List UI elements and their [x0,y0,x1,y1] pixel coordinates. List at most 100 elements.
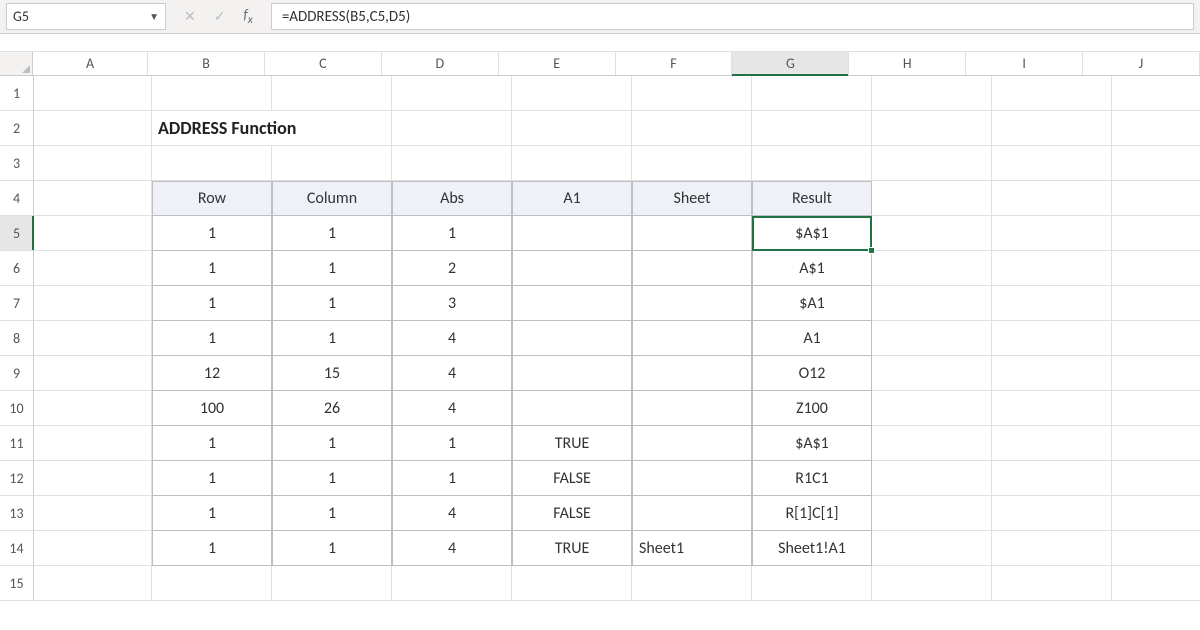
cell-I6[interactable] [992,251,1112,286]
cell-J1[interactable] [1112,76,1200,111]
cell-E3[interactable] [512,146,632,181]
cell-G11[interactable]: $A$1 [752,426,872,461]
select-all-corner[interactable] [0,52,33,75]
cell-C15[interactable] [272,566,392,601]
row-header-14[interactable]: 14 [0,531,34,566]
cell-F8[interactable] [632,321,752,356]
cell-D15[interactable] [392,566,512,601]
cell-A14[interactable] [34,531,152,566]
cell-I3[interactable] [992,146,1112,181]
cell-J12[interactable] [1112,461,1200,496]
th-sheet[interactable]: Sheet [632,181,752,216]
cell-H9[interactable] [872,356,992,391]
cell-F6[interactable] [632,251,752,286]
row-header-7[interactable]: 7 [0,286,34,321]
cell-D9[interactable]: 4 [392,356,512,391]
cell-G2[interactable] [752,111,872,146]
cell-B10[interactable]: 100 [152,391,272,426]
cell-B8[interactable]: 1 [152,321,272,356]
cell-E5[interactable] [512,216,632,251]
col-header-I[interactable]: I [966,52,1083,75]
cell-B14[interactable]: 1 [152,531,272,566]
cell-I9[interactable] [992,356,1112,391]
th-a1[interactable]: A1 [512,181,632,216]
cell-G9[interactable]: O12 [752,356,872,391]
cell-E14[interactable]: TRUE [512,531,632,566]
cell-E2[interactable] [512,111,632,146]
cell-I13[interactable] [992,496,1112,531]
cell-G1[interactable] [752,76,872,111]
cell-I14[interactable] [992,531,1112,566]
cell-J4[interactable] [1112,181,1200,216]
cell-C5[interactable]: 1 [272,216,392,251]
cell-B12[interactable]: 1 [152,461,272,496]
cell-H1[interactable] [872,76,992,111]
row-header-8[interactable]: 8 [0,321,34,356]
cell-A2[interactable] [34,111,152,146]
cell-G6[interactable]: A$1 [752,251,872,286]
cell-D2[interactable] [392,111,512,146]
cell-H11[interactable] [872,426,992,461]
cell-A1[interactable] [34,76,152,111]
cell-J2[interactable] [1112,111,1200,146]
cell-F7[interactable] [632,286,752,321]
cell-E10[interactable] [512,391,632,426]
cell-H7[interactable] [872,286,992,321]
cell-D6[interactable]: 2 [392,251,512,286]
cell-J3[interactable] [1112,146,1200,181]
cell-G3[interactable] [752,146,872,181]
cell-E8[interactable] [512,321,632,356]
cell-F2[interactable] [632,111,752,146]
cell-B7[interactable]: 1 [152,286,272,321]
cell-G15[interactable] [752,566,872,601]
cell-D1[interactable] [392,76,512,111]
cell-A4[interactable] [34,181,152,216]
cell-C9[interactable]: 15 [272,356,392,391]
cell-J11[interactable] [1112,426,1200,461]
cell-C6[interactable]: 1 [272,251,392,286]
cell-F10[interactable] [632,391,752,426]
cell-I5[interactable] [992,216,1112,251]
cell-B11[interactable]: 1 [152,426,272,461]
col-header-F[interactable]: F [616,52,733,75]
cell-I11[interactable] [992,426,1112,461]
cell-I15[interactable] [992,566,1112,601]
cell-B15[interactable] [152,566,272,601]
cell-H5[interactable] [872,216,992,251]
cell-J7[interactable] [1112,286,1200,321]
cell-C7[interactable]: 1 [272,286,392,321]
cell-C8[interactable]: 1 [272,321,392,356]
cell-I7[interactable] [992,286,1112,321]
name-box[interactable]: G5 ▼ [6,3,166,30]
cell-J5[interactable] [1112,216,1200,251]
row-header-2[interactable]: 2 [0,111,34,146]
cell-A15[interactable] [34,566,152,601]
cell-C1[interactable] [272,76,392,111]
cell-D7[interactable]: 3 [392,286,512,321]
cell-D10[interactable]: 4 [392,391,512,426]
cell-G7[interactable]: $A1 [752,286,872,321]
row-header-1[interactable]: 1 [0,76,34,111]
cell-I12[interactable] [992,461,1112,496]
cell-C14[interactable]: 1 [272,531,392,566]
cancel-icon[interactable]: ✕ [184,8,196,25]
row-header-12[interactable]: 12 [0,461,34,496]
cell-I1[interactable] [992,76,1112,111]
cell-I2[interactable] [992,111,1112,146]
cell-E7[interactable] [512,286,632,321]
fill-handle[interactable] [868,247,875,254]
th-column[interactable]: Column [272,181,392,216]
formula-input[interactable]: =ADDRESS(B5,C5,D5) [271,3,1194,30]
col-header-A[interactable]: A [33,52,148,75]
cell-J14[interactable] [1112,531,1200,566]
cell-A10[interactable] [34,391,152,426]
cell-A7[interactable] [34,286,152,321]
cell-C10[interactable]: 26 [272,391,392,426]
col-header-G[interactable]: G [732,52,849,75]
cell-I10[interactable] [992,391,1112,426]
cell-G10[interactable]: Z100 [752,391,872,426]
cell-D11[interactable]: 1 [392,426,512,461]
cell-B13[interactable]: 1 [152,496,272,531]
col-header-C[interactable]: C [265,52,382,75]
cell-D12[interactable]: 1 [392,461,512,496]
